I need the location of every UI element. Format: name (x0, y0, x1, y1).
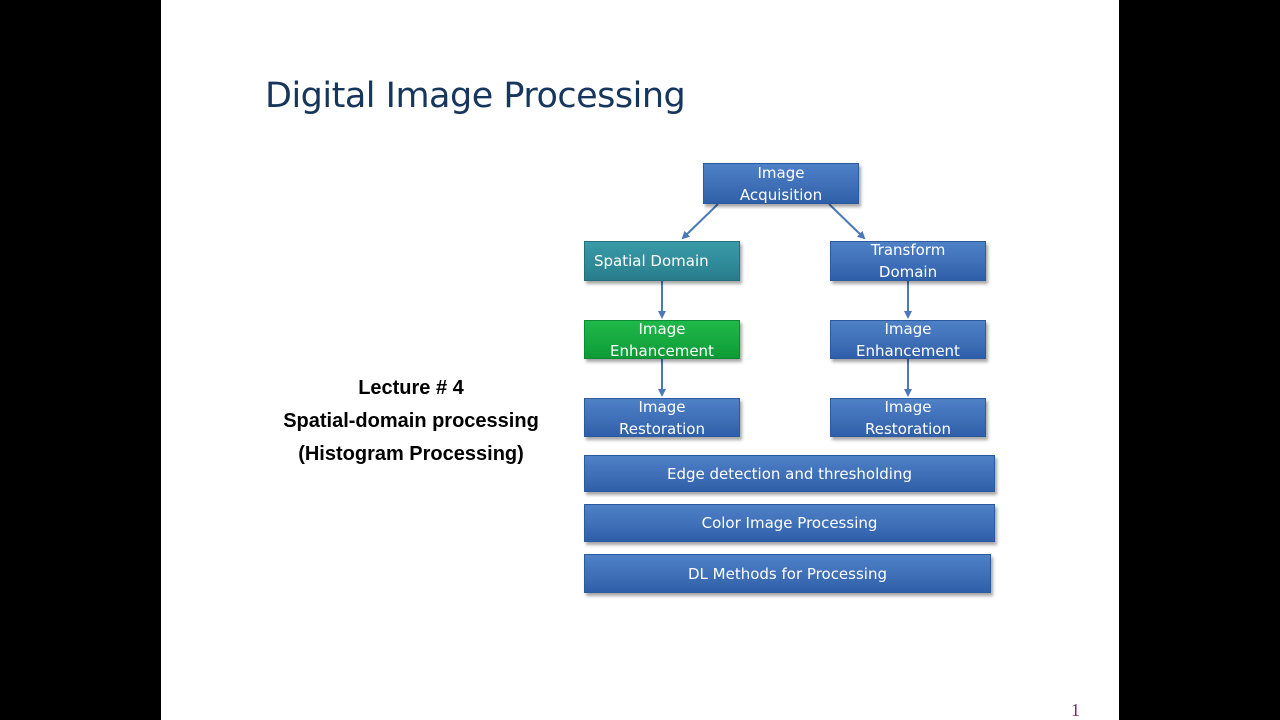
node-image-enhancement-transform: Image Enhancement (830, 319, 986, 360)
node-image-enhancement-spatial: Image Enhancement (584, 319, 740, 360)
node-label: DL Methods for Processing (687, 564, 887, 583)
node-image-restoration-spatial: Image Restoration (584, 397, 740, 438)
arrow-acquisition-to-spatial (681, 203, 719, 240)
node-color-image-processing: Color Image Processing (584, 504, 995, 542)
node-label: Enhancement (856, 341, 960, 360)
node-image-acquisition: Image Acquisition (703, 163, 859, 204)
node-label: Image (757, 163, 805, 182)
node-image-restoration-transform: Image Restoration (830, 397, 986, 438)
node-label: Restoration (619, 419, 705, 438)
node-label: Image (638, 319, 686, 338)
node-label: Spatial Domain (594, 252, 709, 270)
node-label: Image (884, 319, 932, 338)
node-label: Acquisition (739, 185, 823, 204)
node-spatial-domain: Spatial Domain (584, 241, 740, 281)
node-label: Edge detection and thresholding (667, 464, 912, 483)
node-label: Color Image Processing (701, 514, 878, 532)
node-label: Domain (878, 263, 938, 281)
node-label: Image (884, 397, 932, 416)
slide: Digital Image Processing Lecture # 4 Spa… (161, 0, 1119, 720)
node-label: Image (638, 397, 686, 416)
node-edge-detection: Edge detection and thresholding (584, 455, 995, 492)
node-label: Restoration (865, 419, 951, 438)
page-number: 1 (1071, 700, 1080, 720)
arrow-acquisition-to-transform (828, 203, 866, 240)
node-dl-methods: DL Methods for Processing (584, 554, 991, 593)
node-label: Transform (870, 241, 946, 259)
node-label: Enhancement (610, 341, 714, 360)
node-transform-domain: Transform Domain (830, 241, 986, 281)
